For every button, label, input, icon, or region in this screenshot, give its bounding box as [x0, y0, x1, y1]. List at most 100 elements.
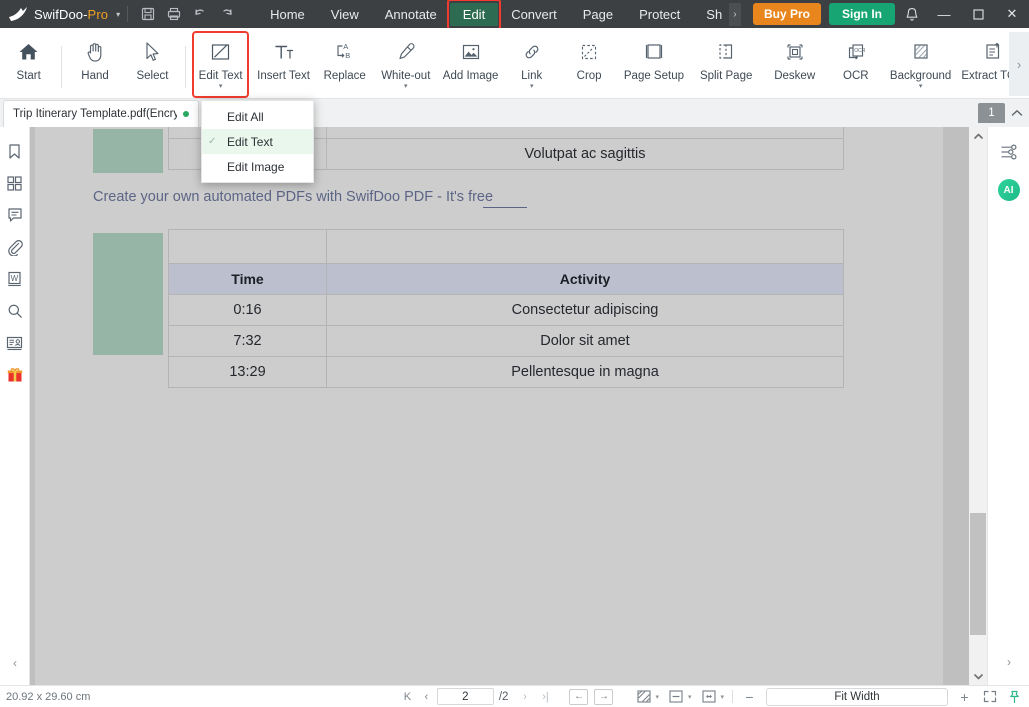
- page-setup-icon: [643, 38, 665, 65]
- ribbon-split-page[interactable]: Split Page: [690, 32, 762, 96]
- chevron-down-icon[interactable]: ▾: [530, 83, 534, 90]
- pin-icon[interactable]: [1006, 688, 1023, 705]
- redo-icon[interactable]: [213, 3, 239, 25]
- ribbon-hand-label: Hand: [81, 70, 109, 82]
- last-page-button[interactable]: ›|: [535, 688, 555, 705]
- cell-activity: Pellentesque in magna: [326, 356, 844, 388]
- menu-share[interactable]: Sh: [693, 3, 727, 26]
- menu-overflow-icon[interactable]: ›: [729, 2, 741, 26]
- next-page-button[interactable]: ›: [516, 688, 533, 705]
- ribbon-ocr[interactable]: OCR OCR: [827, 32, 884, 96]
- page-dimensions: 20.92 x 29.60 cm: [6, 690, 91, 703]
- zoom-level-input[interactable]: Fit Width: [766, 687, 948, 706]
- scroll-down-icon[interactable]: [969, 667, 987, 685]
- chevron-down-icon[interactable]: ▾: [404, 83, 408, 90]
- single-page-dropdown[interactable]: ▾: [668, 688, 692, 705]
- ribbon-ocr-label: OCR: [843, 70, 869, 82]
- ribbon-hand[interactable]: Hand: [66, 32, 123, 96]
- chevron-down-icon[interactable]: ▾: [919, 83, 923, 90]
- dropdown-item-edit-text-label: Edit Text: [227, 134, 273, 149]
- bell-icon[interactable]: [905, 7, 919, 22]
- save-icon[interactable]: [135, 3, 161, 25]
- table-row: [168, 229, 844, 264]
- minimize-button[interactable]: —: [927, 0, 961, 28]
- ribbon-background[interactable]: Background ▾: [884, 32, 956, 96]
- ribbon-edit-text[interactable]: Edit Text ▾: [190, 31, 251, 98]
- ocr-icon: OCR: [845, 38, 867, 65]
- menu-annotate[interactable]: Annotate: [372, 3, 450, 26]
- left-sidebar-collapse[interactable]: ‹: [0, 641, 30, 685]
- page-fill-dropdown[interactable]: ▾: [635, 688, 659, 705]
- scroll-up-icon[interactable]: [969, 127, 987, 145]
- document-viewport[interactable]: Volutpat ac sagittis Create your own aut…: [30, 127, 969, 685]
- buy-pro-button[interactable]: Buy Pro: [752, 3, 821, 25]
- current-page-input[interactable]: 2: [436, 688, 494, 705]
- ribbon-page-setup[interactable]: Page Setup: [618, 32, 690, 96]
- brand-dropdown-icon[interactable]: ▾: [116, 10, 120, 19]
- maximize-button[interactable]: [961, 0, 995, 28]
- ribbon-insert-text-label: Insert Text: [257, 70, 310, 82]
- column-header-activity: Activity: [326, 263, 844, 295]
- menu-edit[interactable]: Edit: [449, 2, 499, 26]
- brand-area[interactable]: SwifDoo-Pro ▾: [0, 5, 120, 23]
- close-button[interactable]: ✕: [995, 0, 1029, 28]
- signature-icon[interactable]: [0, 327, 30, 359]
- gift-icon[interactable]: [0, 359, 30, 391]
- ribbon-link[interactable]: Link ▾: [503, 32, 560, 96]
- bookmark-icon[interactable]: [0, 135, 30, 167]
- word-icon[interactable]: W: [0, 263, 30, 295]
- swifdoo-window: SwifDoo-Pro ▾ Home View Annotate Edit Co…: [0, 0, 1029, 707]
- undo-icon[interactable]: [187, 3, 213, 25]
- first-page-button[interactable]: K: [399, 688, 416, 705]
- settings-sliders-icon[interactable]: [994, 139, 1024, 165]
- fullscreen-icon[interactable]: [981, 688, 998, 705]
- next-view-button[interactable]: →: [594, 688, 614, 705]
- attachment-icon[interactable]: [0, 231, 30, 263]
- ribbon-start[interactable]: Start: [0, 32, 57, 96]
- chevron-down-icon[interactable]: ▾: [720, 693, 724, 701]
- chevron-down-icon[interactable]: ▾: [688, 693, 692, 701]
- dropdown-item-edit-all[interactable]: Edit All: [202, 104, 313, 129]
- cell-activity: Consectetur adipiscing: [326, 294, 844, 326]
- dropdown-item-edit-text[interactable]: ✓ Edit Text: [202, 129, 313, 154]
- right-panel-collapse-icon[interactable]: [1009, 105, 1025, 121]
- menu-protect[interactable]: Protect: [626, 3, 693, 26]
- thumbnails-icon[interactable]: [0, 167, 30, 199]
- comment-icon[interactable]: [0, 199, 30, 231]
- ribbon-whiteout[interactable]: White-out ▾: [373, 32, 438, 96]
- page-number-badge[interactable]: 1: [978, 103, 1005, 123]
- ribbon-add-image[interactable]: Add Image: [438, 32, 503, 96]
- search-icon[interactable]: [0, 295, 30, 327]
- menu-home[interactable]: Home: [257, 3, 318, 26]
- ribbon-select[interactable]: Select: [124, 32, 181, 96]
- prev-page-button[interactable]: ‹: [418, 688, 435, 705]
- menu-convert[interactable]: Convert: [498, 3, 570, 26]
- right-sidebar-expand[interactable]: ›: [988, 645, 1029, 679]
- ribbon-overflow-icon[interactable]: ›: [1009, 32, 1029, 96]
- table-row: 0:16 Consectetur adipiscing: [168, 294, 844, 326]
- ai-button[interactable]: AI: [997, 179, 1020, 201]
- zoom-out-button[interactable]: −: [741, 688, 758, 705]
- sign-in-button[interactable]: Sign In: [829, 3, 895, 25]
- menu-page[interactable]: Page: [570, 3, 626, 26]
- menu-view[interactable]: View: [318, 3, 372, 26]
- document-scrollbar[interactable]: [969, 127, 987, 685]
- ribbon-deskew[interactable]: Deskew: [762, 32, 827, 96]
- scrollbar-thumb[interactable]: [970, 513, 986, 635]
- ribbon-insert-text[interactable]: Insert Text: [251, 32, 316, 96]
- ribbon-crop[interactable]: Crop: [560, 32, 617, 96]
- zoom-in-button[interactable]: +: [956, 688, 973, 705]
- ribbon-divider: [61, 46, 63, 88]
- ribbon-crop-label: Crop: [576, 70, 602, 82]
- chevron-down-icon[interactable]: ▾: [219, 83, 223, 90]
- chevron-down-icon[interactable]: ▾: [655, 693, 659, 701]
- doc-image-placeholder-main: [93, 233, 163, 355]
- document-tab[interactable]: Trip Itinerary Template.pdf(Encry: [3, 100, 199, 127]
- print-icon[interactable]: [161, 3, 187, 25]
- facing-pages-dropdown[interactable]: ▾: [700, 688, 724, 705]
- hand-icon: [85, 38, 105, 65]
- ribbon-replace[interactable]: AB Replace: [316, 32, 373, 96]
- dropdown-item-edit-image[interactable]: Edit Image: [202, 154, 313, 179]
- status-divider: [732, 690, 733, 703]
- previous-view-button[interactable]: ←: [569, 688, 589, 705]
